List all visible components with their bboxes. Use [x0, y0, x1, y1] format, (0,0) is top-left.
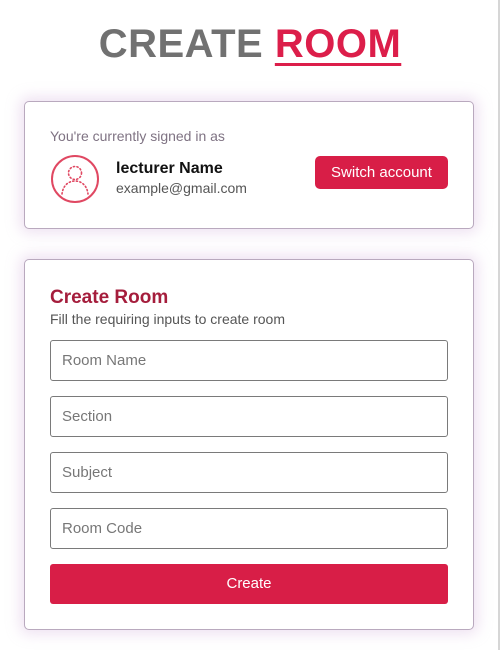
user-avatar-icon [51, 155, 99, 203]
user-name: lecturer Name [116, 160, 223, 177]
page-title-word-room: ROOM [274, 22, 402, 66]
signed-in-text: You're currently signed in as [50, 128, 225, 144]
switch-account-button[interactable]: Switch account [315, 156, 448, 189]
create-room-form: Create Room Fill the requiring inputs to… [24, 259, 474, 630]
room-name-input[interactable] [50, 340, 448, 381]
subject-input[interactable] [50, 452, 448, 493]
page-title: CREATE ROOM [0, 20, 500, 68]
account-card: You're currently signed in as lecturer N… [24, 101, 474, 229]
section-input[interactable] [50, 396, 448, 437]
form-title: Create Room [50, 287, 169, 308]
create-button[interactable]: Create [50, 564, 448, 604]
room-code-input[interactable] [50, 508, 448, 549]
user-email: example@gmail.com [116, 180, 247, 196]
page-title-word-create: CREATE [98, 22, 264, 66]
form-subtitle: Fill the requiring inputs to create room [50, 311, 285, 327]
